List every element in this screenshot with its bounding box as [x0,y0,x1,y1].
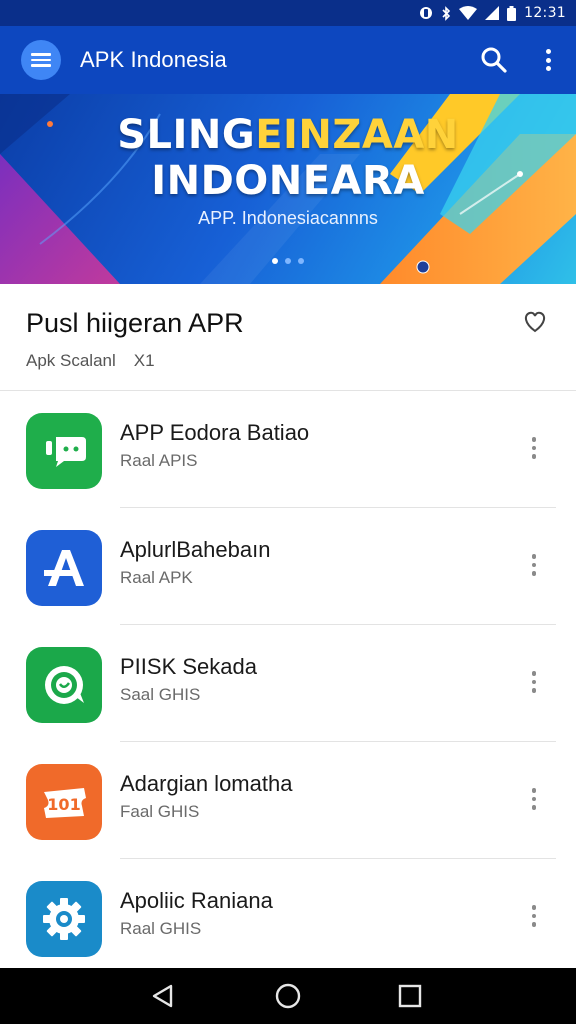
app-name: Adargian lomatha [120,771,293,796]
app-icon: 101 [26,764,102,840]
recents-button[interactable] [396,982,424,1010]
carousel-indicator [272,258,304,264]
app-icon [26,881,102,957]
carousel-dot[interactable] [272,258,278,264]
home-icon [275,983,301,1009]
app-subtitle: Raal APIS [120,451,198,470]
app-list: APP Eodora Batiao Raal APIS AplurlBaheba… [0,391,576,976]
recents-icon [398,984,422,1008]
app-name: PIISK Sekada [120,654,257,679]
status-bar: 12:31 [0,0,576,26]
meta-value: X1 [133,351,155,370]
back-button[interactable] [149,982,177,1010]
search-icon [481,47,507,73]
item-more-button[interactable] [522,901,546,931]
app-name: Apoliic Raniana [120,888,273,913]
ticket-icon: 101 [44,788,86,818]
system-nav-bar [0,968,576,1024]
item-more-button[interactable] [522,784,546,814]
signal-icon [485,6,500,20]
letter-a-icon [44,550,84,586]
back-icon [152,984,173,1008]
menu-icon [31,53,51,67]
more-options-button[interactable] [532,44,564,76]
promo-banner[interactable]: SLINGEINZAAN INDONEARA APP. Indonesiacan… [0,94,576,284]
item-more-button[interactable] [522,433,546,463]
app-icon [26,413,102,489]
banner-headline-line2: INDONEARA [151,158,425,204]
chat-bubble-icon [46,437,86,467]
gear-icon [43,898,85,940]
bluetooth-icon [441,5,451,21]
item-more-button[interactable] [522,667,546,697]
favorite-button[interactable] [520,306,550,336]
meta-label: Apk Scalanl [26,351,116,370]
app-icon [26,530,102,606]
menu-button[interactable] [21,40,61,80]
app-title: APK Indonesia [80,47,227,72]
list-item[interactable]: AplurlBahebaın Raal APK [0,508,576,625]
list-item[interactable]: PIISK Sekada Saal GHIS [0,625,576,742]
carousel-dot[interactable] [298,258,304,264]
more-vert-icon [545,49,551,54]
section-title: Pusl hiigeran APR [26,308,244,338]
list-item[interactable]: 101 Adargian lomatha Faal GHIS [0,742,576,859]
home-button[interactable] [274,982,302,1010]
status-time: 12:31 [524,5,566,21]
banner-subtitle: APP. Indonesiacannns [198,208,378,228]
speech-ring-icon [45,666,84,704]
more-vert-icon [531,437,537,442]
app-subtitle: Faal GHIS [120,802,200,821]
app-subtitle: Saal GHIS [120,685,201,704]
app-name: AplurlBahebaın [120,537,271,562]
app-icon [26,647,102,723]
app-subtitle: Raal GHIS [120,919,202,938]
more-vert-icon [531,554,537,559]
more-vert-icon [531,905,537,910]
app-subtitle: Raal APK [120,568,193,587]
search-button[interactable] [478,44,510,76]
more-vert-icon [531,788,537,793]
svg-text:101: 101 [47,795,80,814]
app-bar: APK Indonesia [0,26,576,94]
more-vert-icon [531,671,537,676]
wifi-icon [459,6,478,20]
section-meta: Apk Scalanl X1 [26,351,155,371]
carousel-dot[interactable] [285,258,291,264]
list-item[interactable]: Apoliic Raniana Raal GHIS [0,859,576,976]
battery-icon [507,5,517,21]
banner-headline-line1: SLINGEINZAAN [117,112,459,158]
app-name: APP Eodora Batiao [120,420,310,445]
nfc-icon [419,6,433,20]
heart-icon [524,311,546,333]
item-more-button[interactable] [522,550,546,580]
list-item[interactable]: APP Eodora Batiao Raal APIS [0,391,576,508]
